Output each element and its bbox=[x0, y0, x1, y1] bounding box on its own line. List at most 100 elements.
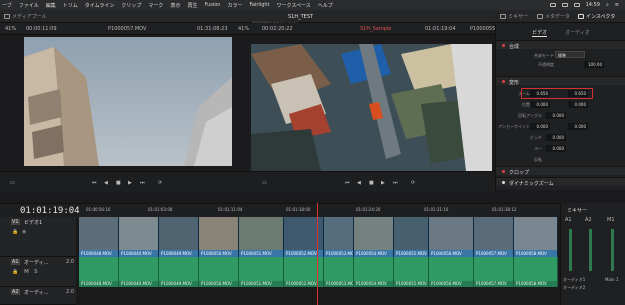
solo-button[interactable]: S bbox=[34, 269, 38, 275]
audio-clip[interactable]: P1000051.MOV bbox=[239, 257, 284, 287]
video-clip[interactable]: P1000052.MOV bbox=[284, 217, 324, 257]
audio-clip[interactable]: P1000055.MOV bbox=[394, 257, 429, 287]
composite-mode-select[interactable]: 標準 bbox=[555, 51, 585, 58]
audio-clip[interactable]: P1000058.MOV bbox=[514, 257, 558, 287]
tab-audio[interactable]: オーディオ bbox=[565, 29, 590, 37]
video-clip[interactable]: P1000051.MOV bbox=[239, 217, 284, 257]
source-prev-icon[interactable]: ⏮ bbox=[92, 180, 97, 186]
rotation-field[interactable]: 0.000 bbox=[546, 112, 566, 119]
timeline-prev-icon[interactable]: ⏮ bbox=[345, 180, 350, 186]
track-name[interactable]: オーディ... bbox=[24, 289, 48, 296]
position-y-field[interactable]: 0.000 bbox=[568, 101, 588, 108]
source-stop-icon[interactable]: ■ bbox=[116, 180, 121, 186]
source-play-icon[interactable]: ▶ bbox=[128, 180, 132, 186]
pitch-field[interactable]: 0.000 bbox=[546, 134, 566, 141]
source-loop-icon[interactable]: ⟳ bbox=[158, 180, 162, 186]
source-zoom[interactable]: 41% bbox=[5, 26, 16, 32]
video-clip[interactable]: P1000048.MOV bbox=[79, 217, 119, 257]
source-clip-name[interactable]: P1000057.MOV bbox=[108, 26, 146, 32]
audio-clip[interactable]: P1000053.MOV bbox=[324, 257, 354, 287]
audio-clip[interactable]: P1000054.MOV bbox=[354, 257, 394, 287]
lock-icon[interactable]: 🔒 bbox=[12, 229, 18, 235]
track-header-audio-1[interactable]: A1 オーディ... 2.0 🔒 M S bbox=[0, 257, 76, 287]
media-pool-button[interactable]: メディアプール bbox=[4, 12, 47, 21]
battery-icon[interactable] bbox=[549, 3, 556, 7]
mixer-button[interactable]: ミキサー bbox=[500, 12, 528, 21]
menu-item-fusion[interactable]: Fusion bbox=[204, 2, 220, 8]
timeline-viewer[interactable] bbox=[251, 44, 492, 171]
source-view-options-icon[interactable]: ▭ bbox=[10, 180, 15, 186]
menu-item-playback[interactable]: 再生 bbox=[187, 2, 197, 9]
menu-item-view[interactable]: 表示 bbox=[170, 2, 180, 9]
yaw-field[interactable]: 0.000 bbox=[546, 145, 566, 152]
menu-item-workspace[interactable]: ワークスペース bbox=[277, 2, 311, 9]
tab-video[interactable]: ビデオ bbox=[532, 29, 548, 37]
audio-clip[interactable]: P1000048.MOV bbox=[79, 257, 119, 287]
video-clip[interactable]: P1000056.MOV bbox=[429, 217, 474, 257]
video-clip[interactable]: P1000055.MOV bbox=[394, 217, 429, 257]
search-icon[interactable]: ⌕ bbox=[606, 2, 609, 8]
timeline-next-icon[interactable]: ⏭ bbox=[393, 180, 398, 186]
volume-icon[interactable] bbox=[573, 3, 580, 7]
audio-clip[interactable]: P1000040.MOV bbox=[119, 257, 159, 287]
video-clip[interactable]: P1000058.MOV bbox=[514, 217, 558, 257]
video-clip[interactable]: P1000053.MOV bbox=[324, 217, 354, 257]
timeline-viewer-zoom[interactable]: 41% bbox=[238, 26, 249, 32]
menu-item-help[interactable]: ヘルプ bbox=[318, 2, 333, 9]
menu-item-clip[interactable]: クリップ bbox=[121, 2, 141, 9]
section-composite[interactable]: 合成 bbox=[496, 40, 625, 50]
menu-item-trim[interactable]: トリム bbox=[63, 2, 78, 9]
menu-item-edit[interactable]: 編集 bbox=[46, 2, 56, 9]
track-name[interactable]: オーディ... bbox=[24, 259, 48, 266]
audio-clip[interactable]: P1000049.MOV bbox=[159, 257, 199, 287]
lock-icon[interactable]: 🔒 bbox=[12, 269, 18, 275]
track-header-video[interactable]: V1 ビデオ1 🔒 ◉ bbox=[0, 217, 76, 257]
position-x-field[interactable]: 0.000 bbox=[530, 101, 550, 108]
menu-item-timeline[interactable]: タイムライン bbox=[85, 2, 115, 9]
composite-enabled-icon[interactable] bbox=[502, 44, 505, 47]
timeline-reverse-icon[interactable]: ◀ bbox=[357, 180, 361, 186]
source-next-icon[interactable]: ⏭ bbox=[140, 180, 145, 186]
video-clip[interactable]: P1000040.MOV bbox=[119, 217, 159, 257]
audio-clip[interactable]: P1000057.MOV bbox=[474, 257, 514, 287]
menu-item-mark[interactable]: マーク bbox=[148, 2, 163, 9]
opacity-field[interactable]: 100.00 bbox=[584, 61, 604, 68]
video-clip[interactable]: P1000057.MOV bbox=[474, 217, 514, 257]
audio-clip[interactable]: P1000050.MOV bbox=[199, 257, 239, 287]
menu-list-icon[interactable]: ≡ bbox=[615, 2, 619, 8]
video-clip[interactable]: P1000054.MOV bbox=[354, 217, 394, 257]
menu-item-app[interactable]: ーブ bbox=[2, 2, 12, 9]
clock[interactable]: 14:59 bbox=[586, 2, 600, 8]
section-dynamic-zoom[interactable]: ダイナミックズーム bbox=[496, 177, 625, 187]
playhead[interactable] bbox=[317, 203, 318, 305]
section-crop[interactable]: クロップ bbox=[496, 166, 625, 176]
eye-icon[interactable]: ◉ bbox=[22, 229, 26, 235]
timeline-name[interactable]: S1H_Sample bbox=[360, 26, 391, 32]
track-name[interactable]: ビデオ1 bbox=[24, 219, 42, 226]
anchor-x-field[interactable]: 0.000 bbox=[530, 123, 550, 130]
video-clip[interactable]: P1000049.MOV bbox=[159, 217, 199, 257]
timeline-timecode[interactable]: 01:01:19:04 bbox=[20, 206, 80, 216]
menu-item-file[interactable]: ファイル bbox=[19, 2, 39, 9]
metadata-button[interactable]: メタデータ bbox=[537, 12, 570, 21]
timeline-play-icon[interactable]: ▶ bbox=[381, 180, 385, 186]
audio-clip[interactable]: P1000052.MOV bbox=[284, 257, 324, 287]
audio-clip[interactable]: P1000056.MOV bbox=[429, 257, 474, 287]
menu-item-color[interactable]: カラー bbox=[227, 2, 242, 9]
source-reverse-icon[interactable]: ◀ bbox=[104, 180, 108, 186]
menu-item-fairlight[interactable]: Fairlight bbox=[249, 2, 269, 8]
timeline-loop-icon[interactable]: ⟳ bbox=[411, 180, 415, 186]
timeline-stop-icon[interactable]: ■ bbox=[369, 180, 374, 186]
dynamic-zoom-icon[interactable] bbox=[502, 181, 505, 184]
mute-button[interactable]: M bbox=[24, 269, 29, 275]
section-transform[interactable]: 変形 bbox=[496, 76, 625, 86]
video-clip[interactable]: P1000050.MOV bbox=[199, 217, 239, 257]
track-header-audio-2[interactable]: A2 オーディ... 2.0 bbox=[0, 287, 76, 305]
anchor-y-field[interactable]: 0.000 bbox=[568, 123, 588, 130]
inspector-button[interactable]: インスペクタ bbox=[578, 12, 615, 21]
wifi-icon[interactable] bbox=[561, 3, 568, 7]
timeline-view-options-icon[interactable]: ▭ bbox=[262, 180, 267, 186]
source-viewer[interactable] bbox=[24, 37, 232, 166]
crop-enabled-icon[interactable] bbox=[502, 170, 505, 173]
transform-enabled-icon[interactable] bbox=[502, 80, 505, 83]
